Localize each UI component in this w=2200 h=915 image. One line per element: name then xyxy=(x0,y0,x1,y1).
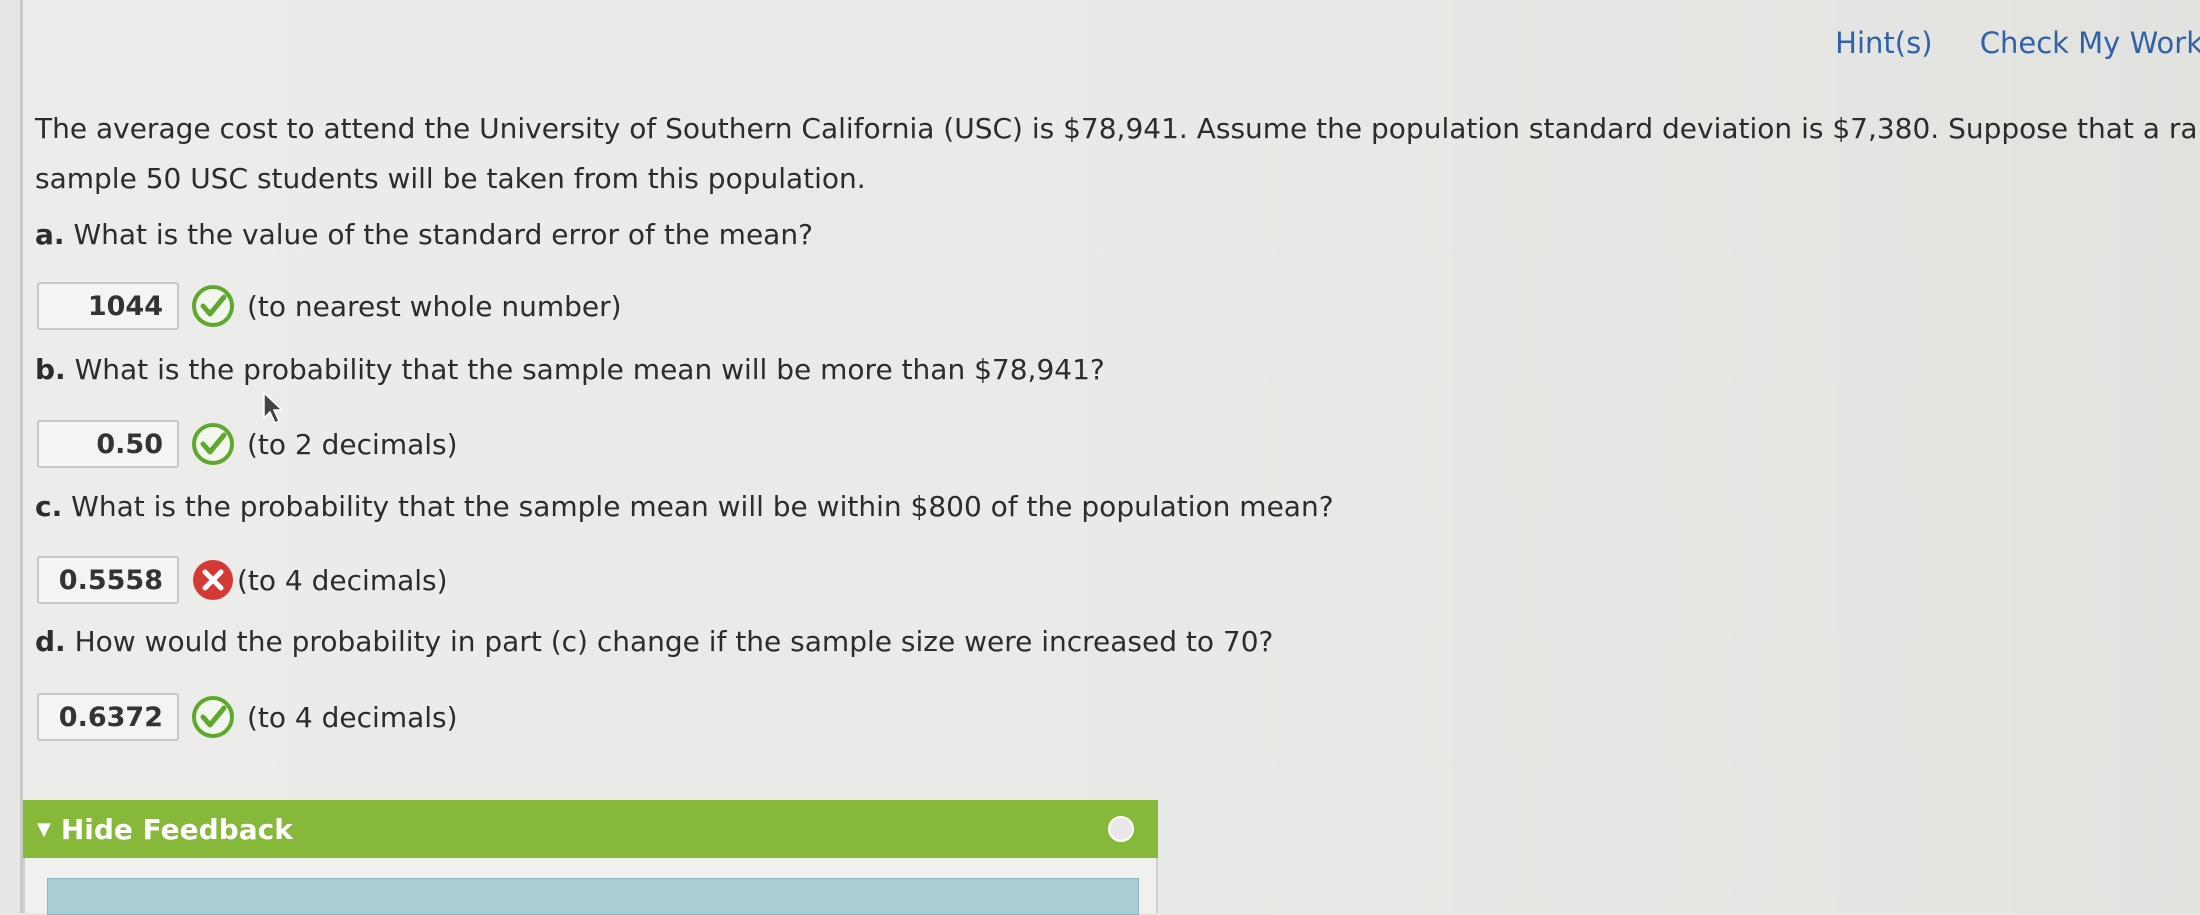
part-a-answer-row: 1044 (to nearest whole number) xyxy=(37,279,622,333)
part-b-question: b. What is the probability that the samp… xyxy=(35,353,1105,386)
part-a-hint: (to nearest whole number) xyxy=(247,289,622,323)
check-icon xyxy=(192,696,234,738)
check-icon xyxy=(192,423,234,465)
part-c-answer-row: 0.5558 (to 4 decimals) xyxy=(37,553,448,607)
part-d-question: d. How would the probability in part (c)… xyxy=(35,625,1273,658)
part-b-answer-field[interactable]: 0.50 xyxy=(37,420,179,468)
part-b-answer-row: 0.50 (to 2 decimals) xyxy=(37,417,458,471)
part-d-text: How would the probability in part (c) ch… xyxy=(74,625,1274,658)
feedback-panel xyxy=(23,858,1158,915)
feedback-content xyxy=(47,878,1139,915)
part-c-text: What is the probability that the sample … xyxy=(71,490,1334,523)
part-b-label: b. xyxy=(35,353,66,386)
check-my-work-link[interactable]: Check My Work xyxy=(1980,26,2200,60)
part-a-label: a. xyxy=(35,218,65,251)
part-d-answer-field[interactable]: 0.6372 xyxy=(37,693,179,741)
hide-feedback-label: Hide Feedback xyxy=(60,812,293,846)
toolbar: Hint(s) Check My Work xyxy=(1797,26,2200,60)
question-stem: The average cost to attend the Universit… xyxy=(35,104,2200,204)
part-c-hint: (to 4 decimals) xyxy=(237,563,448,597)
part-d-hint: (to 4 decimals) xyxy=(247,700,458,734)
part-c-label: c. xyxy=(35,490,63,523)
pencil-icon[interactable] xyxy=(1108,816,1134,842)
part-a-question: a. What is the value of the standard err… xyxy=(35,218,813,251)
part-b-text: What is the probability that the sample … xyxy=(74,353,1105,386)
check-icon xyxy=(192,285,234,327)
part-d-label: d. xyxy=(35,625,66,658)
hints-link[interactable]: Hint(s) xyxy=(1835,26,1932,60)
question-line-1: The average cost to attend the Universit… xyxy=(35,112,2200,145)
hide-feedback-toggle[interactable]: ▼ Hide Feedback xyxy=(23,800,1158,858)
part-b-hint: (to 2 decimals) xyxy=(247,427,458,461)
part-c-question: c. What is the probability that the samp… xyxy=(35,490,1334,523)
mouse-cursor-icon xyxy=(263,392,284,425)
part-a-answer-field[interactable]: 1044 xyxy=(37,282,179,330)
part-c-answer-field[interactable]: 0.5558 xyxy=(37,556,179,604)
triangle-down-icon: ▼ xyxy=(37,818,51,840)
part-d-answer-row: 0.6372 (to 4 decimals) xyxy=(37,690,458,744)
question-line-2: sample 50 USC students will be taken fro… xyxy=(35,162,866,195)
part-a-text: What is the value of the standard error … xyxy=(73,218,813,251)
question-page: Hint(s) Check My Work The average cost t… xyxy=(20,0,2200,915)
x-icon xyxy=(193,560,233,600)
